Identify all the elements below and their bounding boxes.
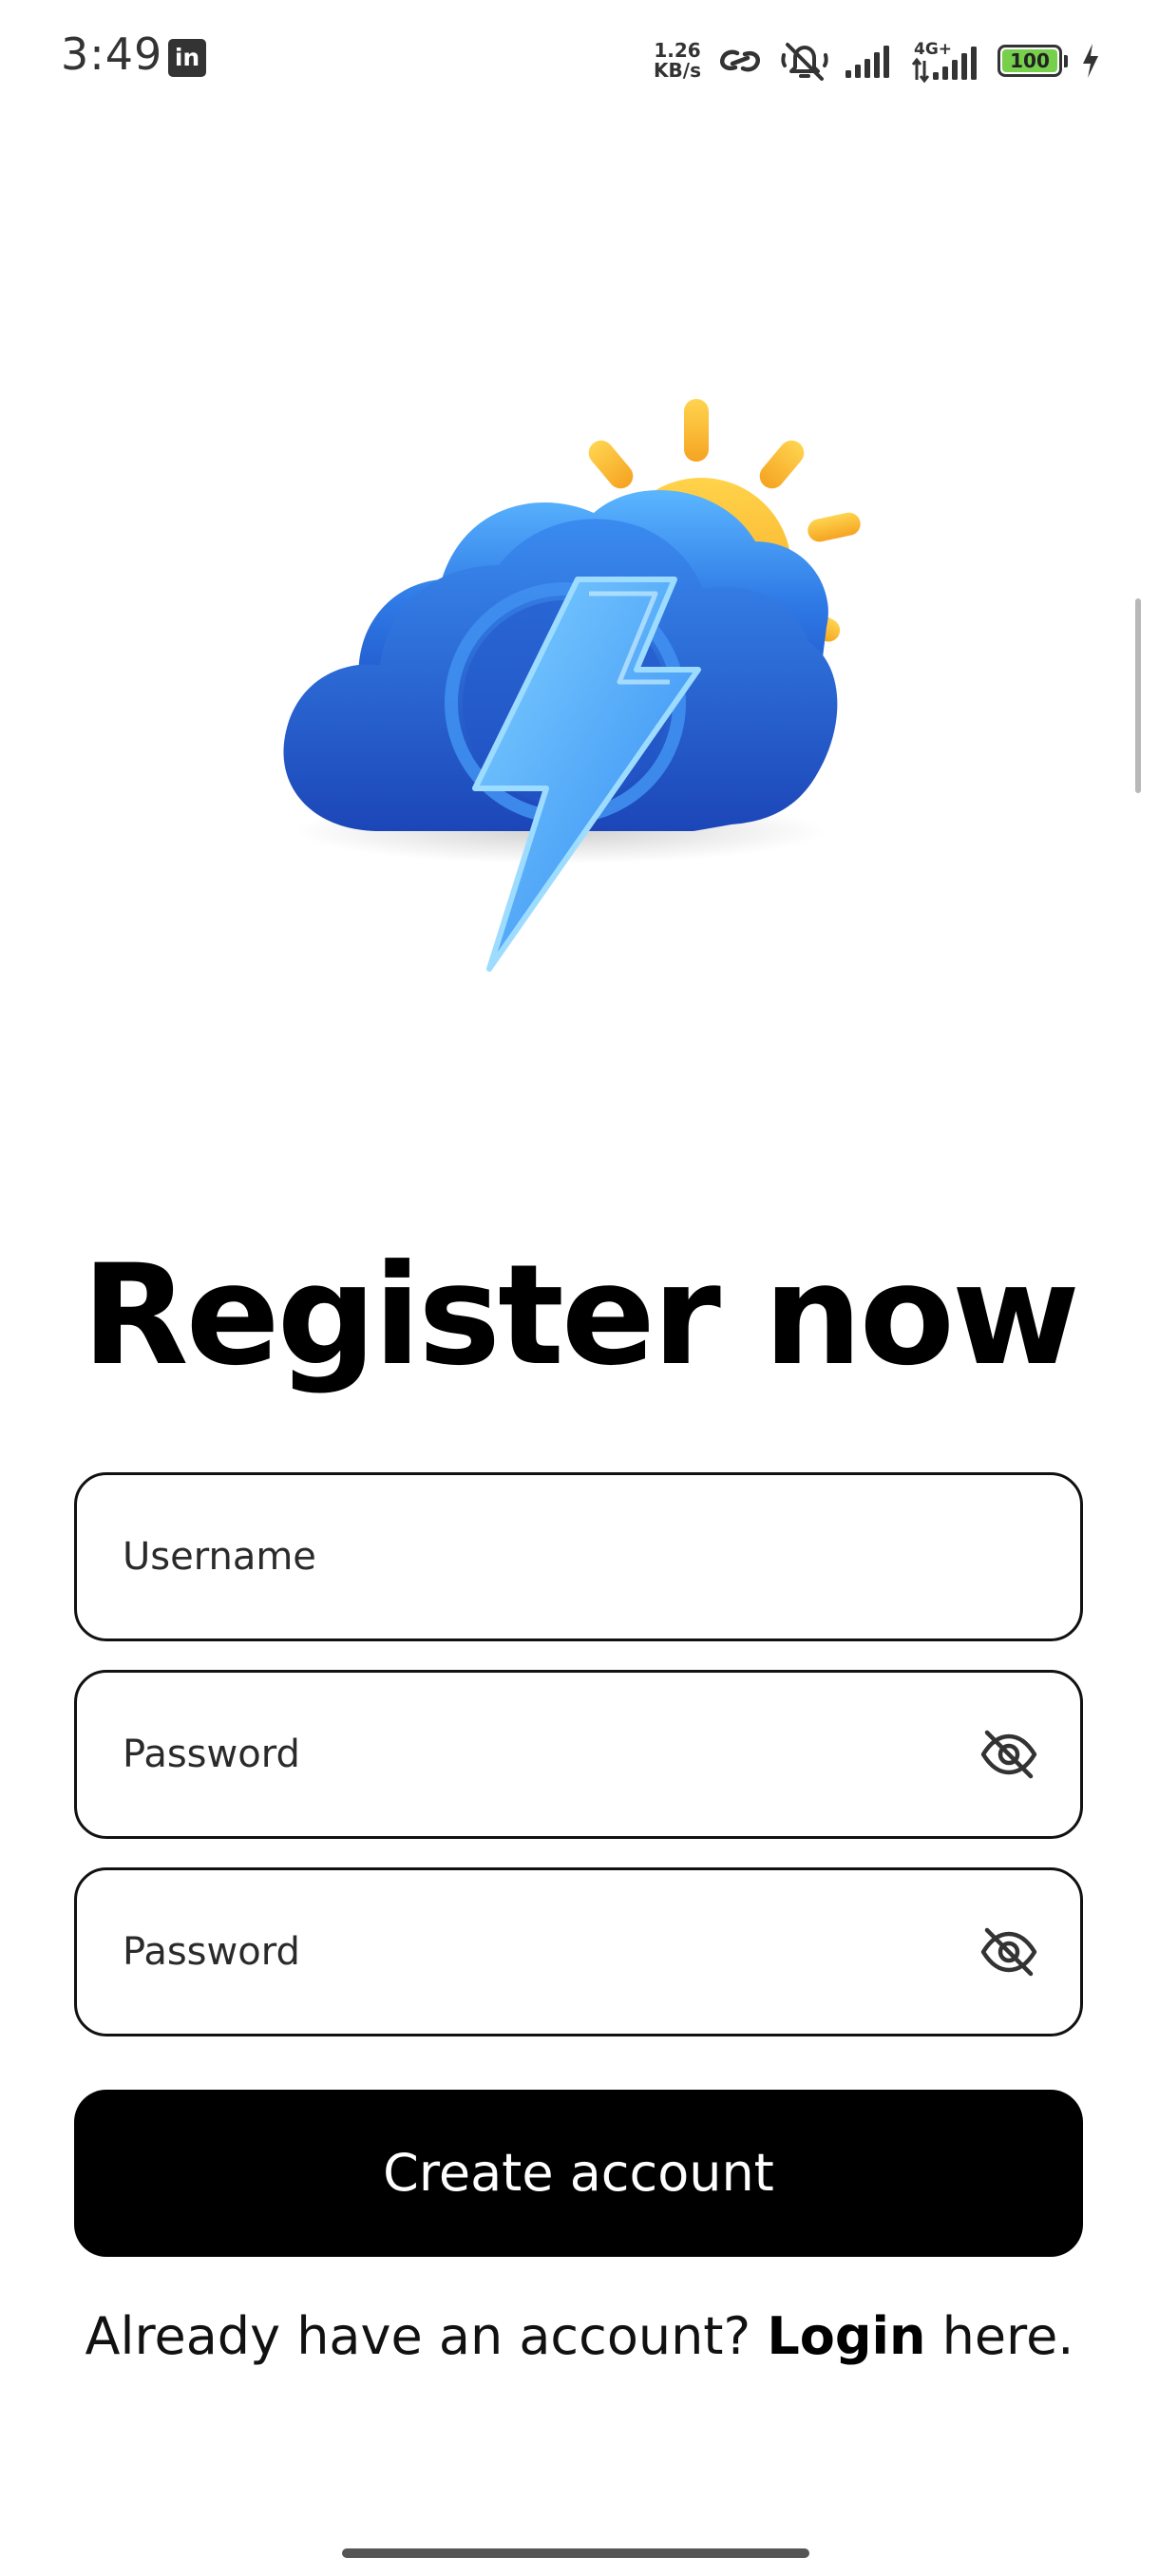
network-speed-unit: KB/s [654,59,701,82]
signal-icon [844,42,897,80]
login-link[interactable]: Login [767,2306,925,2366]
eye-off-icon [980,1730,1037,1779]
network-speed: 1.26 KB/s [654,41,701,81]
linkedin-icon: in [168,39,206,77]
confirm-password-input[interactable] [123,1870,959,2034]
battery-level: 100 [1002,49,1057,72]
mute-icon [779,39,830,83]
home-gesture-bar[interactable] [342,2548,809,2558]
signal-4g-icon: 4G+ [910,38,984,84]
login-prompt-suffix: here. [941,2306,1074,2366]
status-icons: 1.26 KB/s 4G+ 100 [654,34,1100,87]
status-bar: 3:49 in 1.26 KB/s 4G+ 100 [0,0,1159,119]
login-prompt-prefix: Already have an account? [85,2306,751,2366]
network-speed-value: 1.26 [654,39,701,62]
scrollbar-thumb[interactable] [1135,598,1141,793]
username-input[interactable] [123,1475,959,1638]
password-input[interactable] [123,1673,959,1836]
register-screen: 3:49 in 1.26 KB/s 4G+ 100 Register now U… [0,0,1159,2576]
weather-storm-sun-icon [283,399,861,972]
eye-off-icon [980,1927,1037,1977]
password-field[interactable] [74,1670,1083,1839]
confirm-password-field[interactable] [74,1867,1083,2036]
username-field[interactable] [74,1472,1083,1641]
weather-logo [276,399,884,988]
status-time: 3:49 [61,28,163,80]
hotspot-link-icon [714,40,766,82]
network-type-label: 4G+ [914,40,952,59]
password-visibility-toggle[interactable] [978,1723,1040,1786]
confirm-password-visibility-toggle[interactable] [978,1921,1040,1983]
battery-icon: 100 [998,45,1068,77]
create-account-button[interactable]: Create account [74,2090,1083,2257]
login-prompt: Already have an account? Login here. [0,2299,1159,2375]
charging-icon [1081,43,1100,79]
page-title: Register now [82,1235,1080,1396]
